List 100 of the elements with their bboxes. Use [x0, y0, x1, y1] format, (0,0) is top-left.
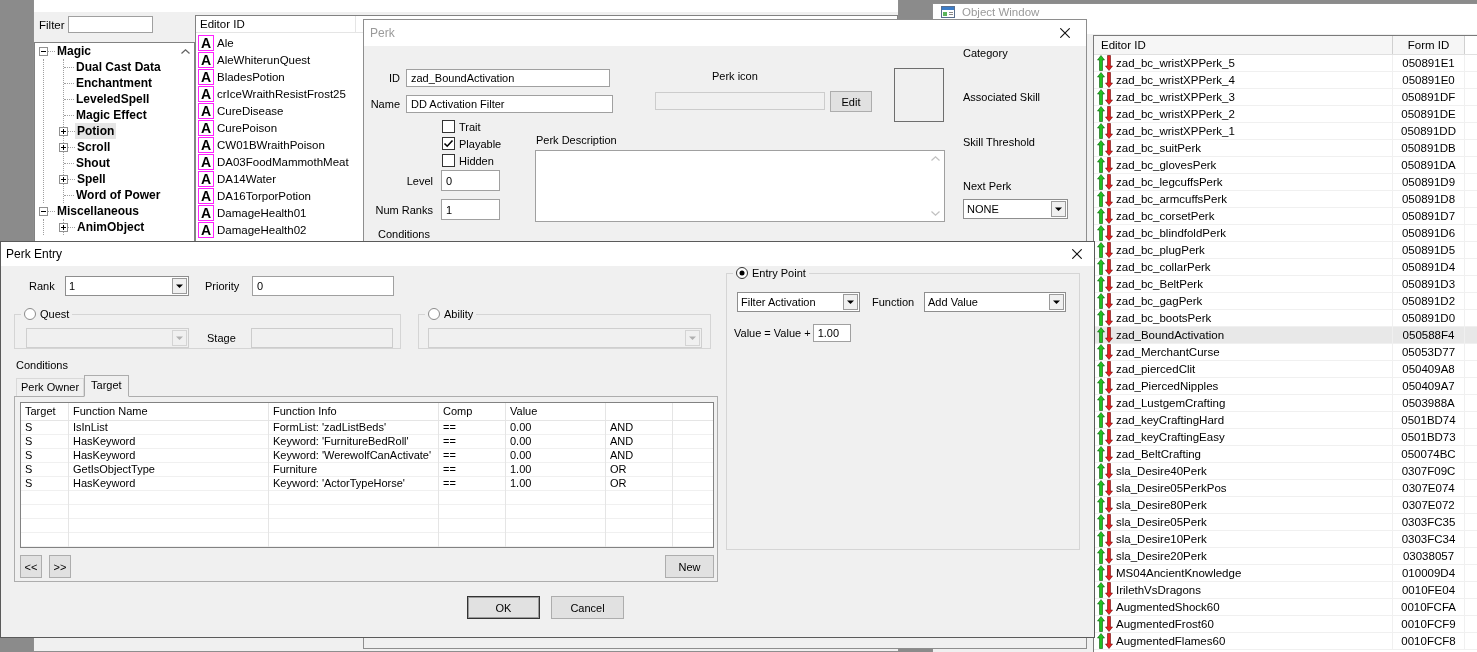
column-header[interactable]: Editor ID [1094, 36, 1393, 54]
column-header[interactable]: Value [506, 403, 606, 421]
tab[interactable]: Target [84, 375, 129, 397]
checkbox-label[interactable]: Trait [459, 120, 481, 133]
list-row[interactable]: zad_bc_blindfoldPerk 050891D6 [1094, 225, 1477, 242]
column-header[interactable]: Comp [439, 403, 506, 421]
list-row[interactable]: AugmentedShock60 0010FCFA [1094, 599, 1477, 616]
tree-item[interactable]: LeveledSpell [74, 91, 152, 107]
next-perk-dropdown[interactable]: NONE [963, 199, 1068, 219]
checkbox-label[interactable]: Playable [459, 137, 502, 150]
list-row[interactable]: zad_bc_armcuffsPerk 050891D8 [1094, 191, 1477, 208]
list-row[interactable]: zad_bc_legcuffsPerk 050891D9 [1094, 174, 1477, 191]
checkbox[interactable] [442, 137, 455, 150]
list-row[interactable]: zad_BeltCrafting 050074BC [1094, 446, 1477, 463]
checkbox-label[interactable]: Hidden [459, 154, 494, 167]
expand-icon[interactable] [59, 126, 68, 136]
list-row[interactable]: zad_bc_collarPerk 050891D4 [1094, 259, 1477, 276]
tree-item[interactable]: Miscellaneous [55, 203, 142, 219]
level-field[interactable]: 0 [441, 170, 500, 191]
column-header[interactable]: Target [21, 403, 69, 421]
expand-icon[interactable] [59, 222, 68, 232]
list-row[interactable]: zad_LustgemCrafting 0503988A [1094, 395, 1477, 412]
collapse-icon[interactable] [39, 206, 48, 216]
checkbox[interactable] [442, 154, 455, 167]
radio-button[interactable] [428, 308, 440, 320]
up-down-arrows-icon [1097, 55, 1113, 71]
list-row[interactable]: zad_bc_wristXPPerk_2 050891DE [1094, 106, 1477, 123]
tree-item[interactable]: AnimObject [75, 219, 147, 235]
table-cell-text: HasKeyword [72, 435, 137, 449]
list-row[interactable]: sla_Desire05Perk 0303FC35 [1094, 514, 1477, 531]
column-header[interactable]: Function Name [69, 403, 269, 421]
ok-button[interactable]: OK [467, 596, 540, 619]
list-row[interactable]: AugmentedFrost60 0010FCF9 [1094, 616, 1477, 633]
filter-field[interactable] [68, 16, 153, 33]
radio-label[interactable]: Entry Point [752, 266, 806, 280]
column-header[interactable]: Editor ID [196, 16, 356, 32]
expand-icon[interactable] [59, 174, 68, 184]
list-row[interactable]: sla_Desire05PerkPos 0307E074 [1094, 480, 1477, 497]
list-row[interactable]: AugmentedFlames60 0010FCF8 [1094, 633, 1477, 650]
expand-icon[interactable] [59, 142, 68, 152]
tree-item[interactable]: Spell [75, 171, 108, 187]
collapse-icon[interactable] [39, 46, 48, 56]
list-row[interactable]: MS04AncientKnowledge 010009D4 [1094, 565, 1477, 582]
list-row[interactable]: sla_Desire40Perk 0307F09C [1094, 463, 1477, 480]
list-row[interactable]: zad_keyCraftingEasy 0501BD73 [1094, 429, 1477, 446]
tree-item[interactable]: Scroll [75, 139, 113, 155]
tree-item[interactable]: Potion [75, 123, 117, 139]
column-header[interactable]: Function Info [269, 403, 439, 421]
tab[interactable]: Perk Owner [16, 378, 85, 396]
list-row[interactable]: zad_bc_BeltPerk 050891D3 [1094, 276, 1477, 293]
radio-button[interactable] [736, 267, 748, 279]
list-row[interactable]: zad_bc_plugPerk 050891D5 [1094, 242, 1477, 259]
list-row[interactable]: zad_PiercedNipples 050409A7 [1094, 378, 1477, 395]
chevron-up-icon[interactable] [180, 49, 190, 54]
column-header[interactable]: Form ID [1393, 36, 1465, 54]
radio-label[interactable]: Ability [444, 307, 474, 321]
new-button[interactable]: New [665, 555, 714, 578]
table-cell-text: OR [609, 477, 628, 491]
tree-item[interactable]: Word of Power [74, 187, 163, 203]
close-icon[interactable] [1060, 28, 1070, 38]
tree-item[interactable]: Magic Effect [74, 107, 149, 123]
list-row[interactable]: sla_Desire10Perk 0303FC34 [1094, 531, 1477, 548]
list-row[interactable]: zad_bc_wristXPPerk_5 050891E1 [1094, 55, 1477, 72]
tree-item[interactable]: Magic [55, 43, 93, 59]
list-row[interactable]: sla_Desire80Perk 0307E072 [1094, 497, 1477, 514]
id-field[interactable]: zad_BoundActivation [406, 69, 610, 87]
list-row[interactable]: zad_piercedClit 050409A8 [1094, 361, 1477, 378]
up-down-arrows-icon [1097, 412, 1113, 428]
previous-button[interactable]: << [20, 555, 42, 578]
list-row[interactable]: zad_keyCraftingHard 0501BD74 [1094, 412, 1477, 429]
cancel-button[interactable]: Cancel [551, 596, 624, 619]
rank-dropdown[interactable]: 1 [65, 276, 189, 296]
list-row[interactable]: zad_MerchantCurse 05053D77 [1094, 344, 1477, 361]
tree-item[interactable]: Enchantment [74, 75, 154, 91]
priority-field[interactable]: 0 [252, 276, 394, 296]
checkbox[interactable] [442, 120, 455, 133]
list-row[interactable]: zad_BoundActivation 050588F4 [1094, 327, 1477, 344]
list-row[interactable]: zad_bc_wristXPPerk_1 050891DD [1094, 123, 1477, 140]
list-row[interactable]: zad_bc_wristXPPerk_4 050891E0 [1094, 72, 1477, 89]
list-row[interactable]: sla_Desire20Perk 03038057 [1094, 548, 1477, 565]
entry-point-dropdown[interactable]: Filter Activation [737, 292, 860, 312]
up-down-arrows-icon [1097, 259, 1113, 275]
tree-item[interactable]: Dual Cast Data [74, 59, 163, 75]
function-dropdown[interactable]: Add Value [924, 292, 1066, 312]
list-row[interactable]: zad_bc_glovesPerk 050891DA [1094, 157, 1477, 174]
value-field[interactable]: 1.00 [812, 324, 851, 342]
list-row[interactable]: zad_bc_suitPerk 050891DB [1094, 140, 1477, 157]
radio-button[interactable] [24, 308, 36, 320]
next-button[interactable]: >> [49, 555, 71, 578]
close-icon[interactable] [1072, 249, 1082, 259]
field-label: Num Ranks [374, 203, 433, 216]
list-row[interactable]: zad_bc_corsetPerk 050891D7 [1094, 208, 1477, 225]
name-field[interactable]: DD Activation Filter [406, 95, 613, 113]
num-ranks-field[interactable]: 1 [441, 199, 500, 220]
radio-label[interactable]: Quest [40, 307, 70, 321]
list-row[interactable]: zad_bc_wristXPPerk_3 050891DF [1094, 89, 1477, 106]
up-down-arrows-icon [1097, 514, 1113, 530]
tree-item[interactable]: Shout [74, 155, 112, 171]
list-row[interactable]: zad_bc_gagPerk 050891D2 [1094, 293, 1477, 310]
list-row[interactable]: IrilethVsDragons 0010FE04 [1094, 582, 1477, 599]
